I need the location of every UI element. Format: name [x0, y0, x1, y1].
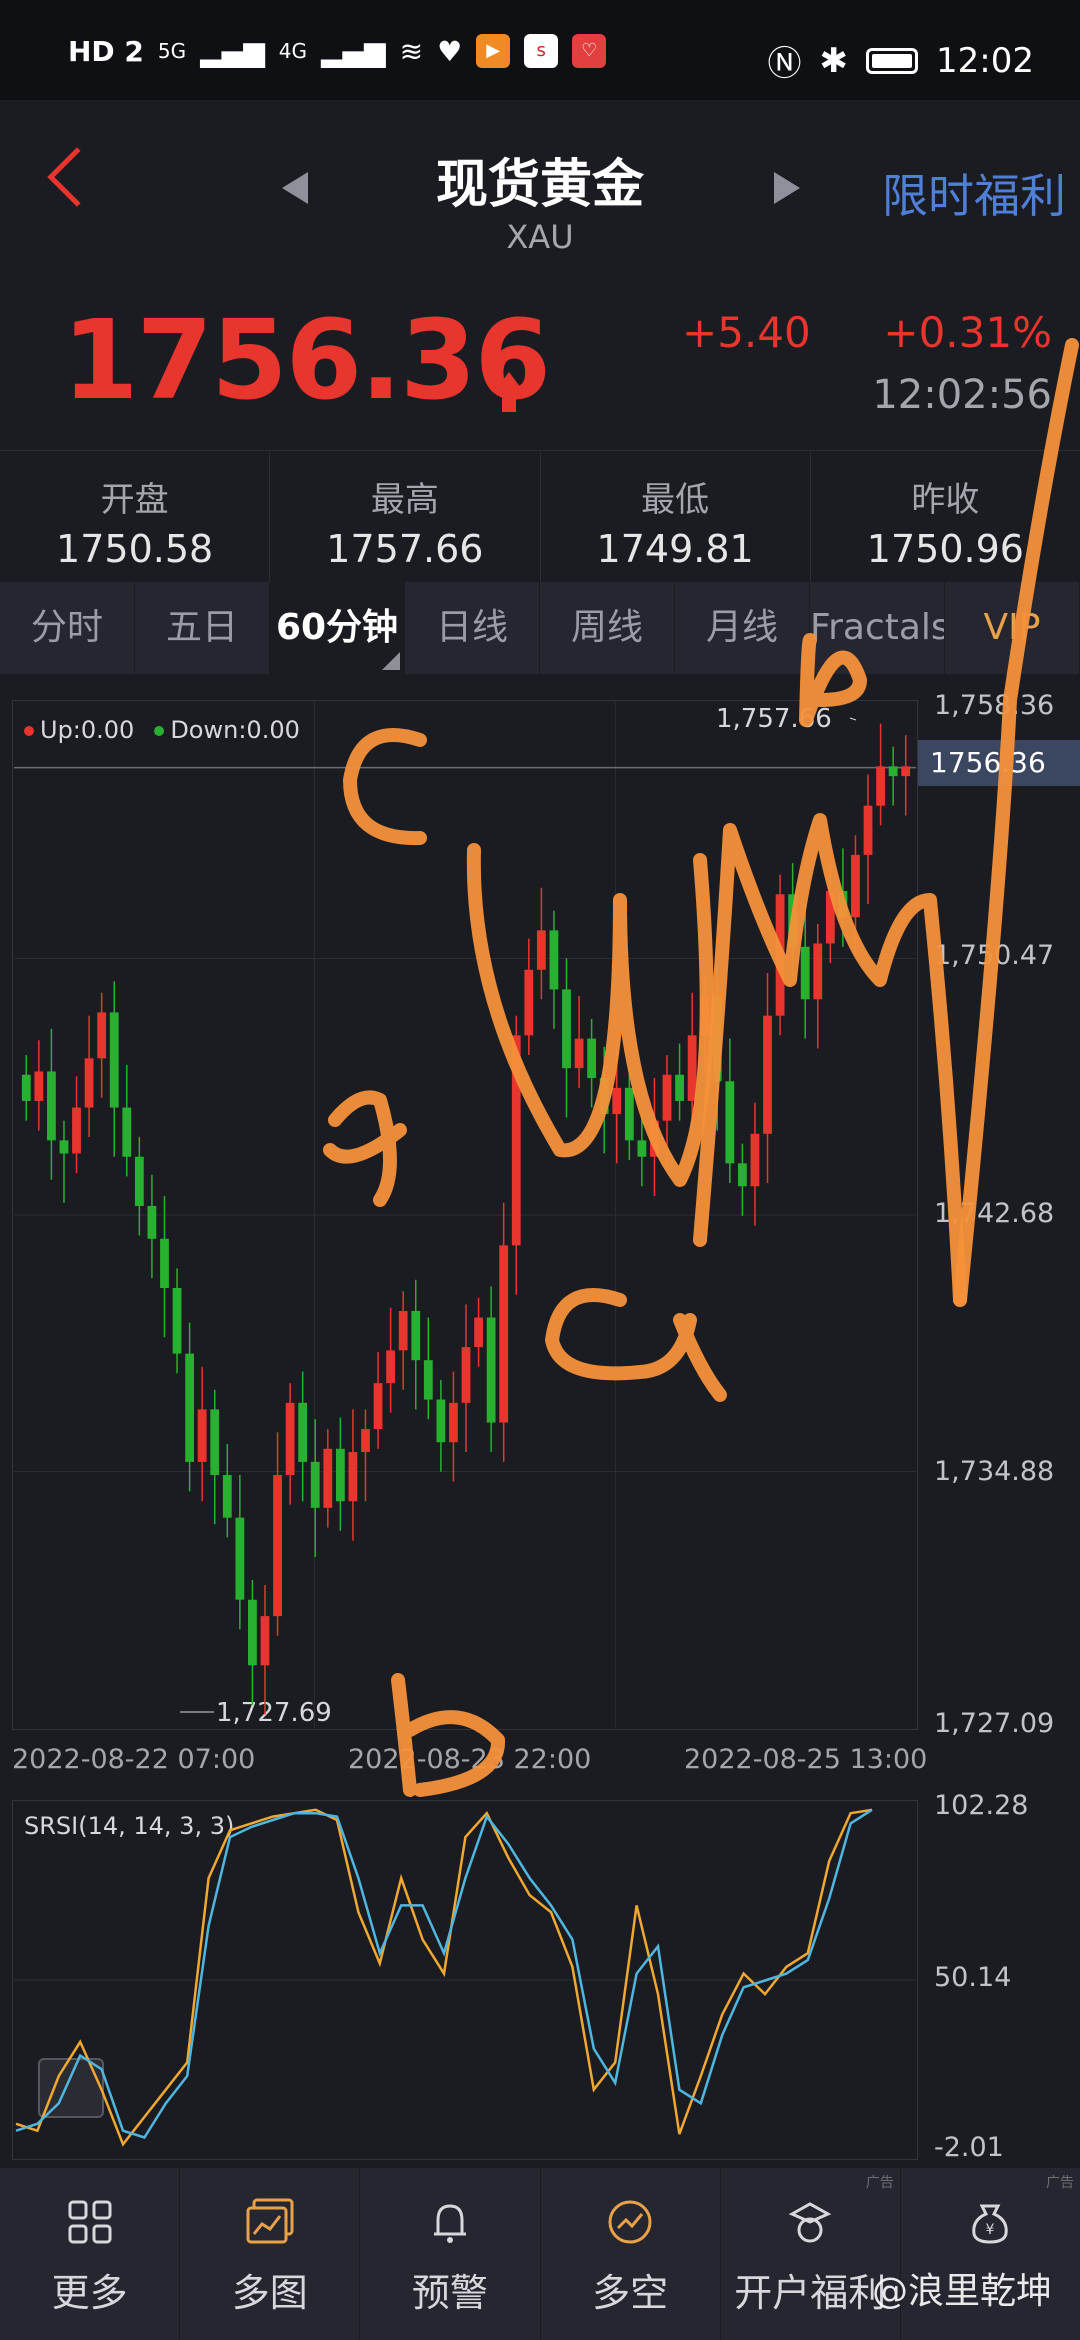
candle-body	[323, 1448, 333, 1508]
handwritten-annotation	[545, 1288, 727, 1402]
handwritten-annotation	[693, 813, 967, 1307]
candle-body	[361, 1429, 370, 1453]
nav-yen-bag[interactable]: 广告 ¥	[901, 2168, 1080, 2340]
candle-body	[549, 930, 559, 990]
candle-body	[800, 946, 810, 1000]
candle-body	[449, 1402, 458, 1443]
candle-body	[248, 1599, 257, 1666]
candle-body	[97, 1012, 107, 1059]
bottom-nav: 更多 多图 预警 多空 广告 开户福利 广告 ¥	[0, 2168, 1080, 2340]
nav-long-short[interactable]: 多空	[541, 2168, 721, 2340]
candle-body	[725, 1081, 735, 1164]
chart-canvas	[14, 338, 1079, 2147]
candle-body	[273, 1475, 282, 1617]
multi-chart-icon	[246, 2198, 294, 2244]
candle-body	[587, 1038, 597, 1079]
candle-body	[524, 969, 534, 1036]
candle-body	[637, 1140, 647, 1157]
candle-body	[47, 1071, 56, 1141]
candle-body	[474, 1317, 483, 1348]
candle-body	[235, 1517, 245, 1600]
ad-tag: 广告	[1046, 2175, 1075, 2191]
max-annotation-line	[849, 717, 857, 721]
candle-body	[147, 1205, 157, 1239]
candle-body	[486, 1317, 496, 1423]
candle-body	[59, 1140, 69, 1154]
candle-body	[210, 1409, 220, 1476]
candle-body	[222, 1475, 232, 1518]
candle-body	[84, 1058, 94, 1108]
candle-body	[285, 1402, 295, 1476]
candle-body	[876, 766, 885, 806]
candle-body	[160, 1238, 169, 1289]
candle-body	[687, 1035, 697, 1101]
candle-body	[536, 930, 546, 970]
candle-body	[813, 943, 823, 1000]
candle-body	[373, 1383, 383, 1430]
nav-account-benefit[interactable]: 广告 开户福利	[721, 2168, 901, 2340]
candle-body	[423, 1360, 433, 1400]
candle-body	[612, 1087, 622, 1115]
candle-body	[398, 1310, 408, 1351]
candle-body	[348, 1452, 358, 1502]
candle-body	[461, 1347, 471, 1403]
handwritten-annotation	[343, 728, 427, 846]
candle-body	[185, 1353, 195, 1462]
candle-body	[662, 1074, 672, 1121]
nav-label: 更多	[51, 2271, 128, 2315]
candle-body	[763, 1015, 772, 1134]
nav-multi-chart[interactable]: 多图	[180, 2168, 361, 2340]
candle-body	[737, 1163, 747, 1187]
watermark: @浪里乾坤	[871, 2271, 1052, 2312]
candle-body	[499, 1245, 509, 1423]
candle-body	[298, 1402, 308, 1462]
long-short-icon	[608, 2200, 652, 2244]
candle-body	[624, 1087, 634, 1141]
handwritten-annotation	[466, 843, 714, 1187]
candle-body	[411, 1310, 421, 1361]
candle-body	[851, 854, 860, 918]
bell-icon	[433, 2204, 466, 2243]
nav-label: 多图	[231, 2271, 308, 2315]
candle-body	[335, 1448, 345, 1502]
candle-body	[888, 766, 898, 777]
candle-body	[436, 1399, 446, 1443]
candle-body	[562, 989, 571, 1069]
gift-icon	[788, 2202, 832, 2243]
candle-body	[197, 1409, 207, 1462]
candle-body	[122, 1107, 132, 1157]
candle-body	[34, 1071, 44, 1101]
candle-body	[109, 1012, 119, 1108]
nav-alert[interactable]: 预警	[360, 2168, 541, 2340]
candle-body	[310, 1461, 320, 1508]
candle-body	[675, 1074, 684, 1101]
candle-body	[21, 1074, 31, 1101]
candle-body	[134, 1156, 144, 1206]
candle-body	[574, 1038, 584, 1069]
grid-icon	[68, 2200, 112, 2244]
candle-body	[72, 1107, 81, 1154]
nav-label: 多空	[592, 2271, 669, 2315]
handwritten-annotation	[323, 1090, 407, 1207]
candle-body	[386, 1350, 396, 1384]
yen-bag-icon: ¥	[972, 2204, 1009, 2244]
candle-body	[750, 1133, 760, 1187]
ad-tag: 广告	[865, 2175, 894, 2191]
handwritten-annotation	[799, 633, 867, 727]
handwritten-annotation	[391, 1673, 505, 1797]
candle-body	[863, 805, 873, 855]
svg-text:¥: ¥	[986, 2222, 995, 2238]
handwritten-annotation	[953, 338, 1079, 1307]
srsi-series-line	[15, 1808, 873, 2147]
candle-body	[260, 1616, 270, 1666]
nav-more[interactable]: 更多	[0, 2168, 181, 2340]
candle-body	[172, 1288, 182, 1354]
nav-label: 预警	[411, 2271, 488, 2315]
candle-body	[901, 766, 911, 777]
